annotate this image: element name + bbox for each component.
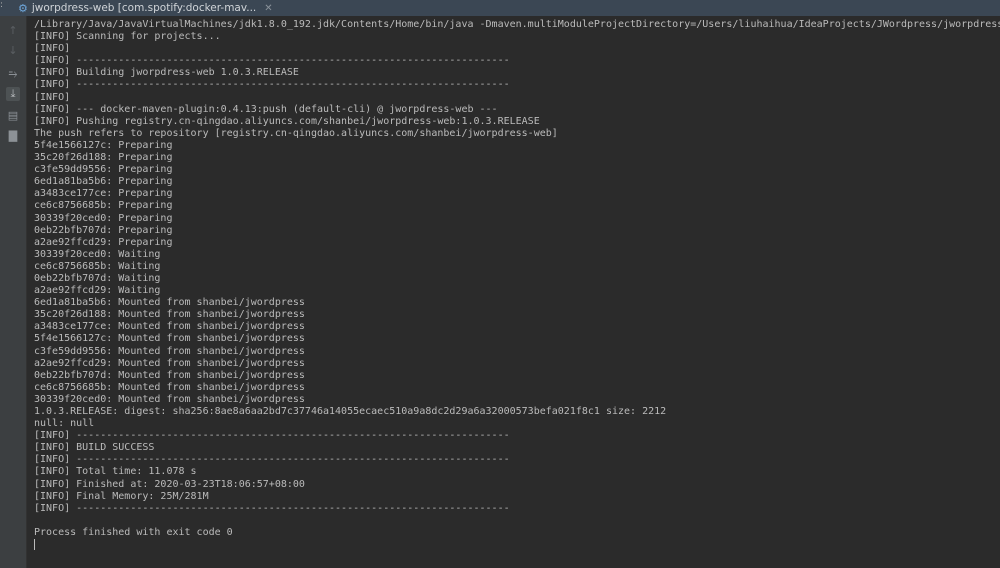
tab-bar-edge: : xyxy=(0,0,4,10)
console-line: 0eb22bfb707d: Mounted from shanbei/jword… xyxy=(34,369,305,381)
console-line: [INFO] ---------------------------------… xyxy=(34,55,510,67)
console-line: 35c20f26d188: Mounted from shanbei/jword… xyxy=(34,309,305,321)
console-line: ce6c8756685b: Preparing xyxy=(34,200,173,212)
console-line: c3fe59dd9556: Preparing xyxy=(34,164,173,176)
console-line: The push refers to repository [registry.… xyxy=(34,127,558,139)
soft-wrap-icon[interactable]: ⥱ xyxy=(6,67,20,81)
console-line: ce6c8756685b: Mounted from shanbei/jword… xyxy=(34,381,305,393)
console-line: [INFO] BUILD SUCCESS xyxy=(34,442,155,454)
trash-icon[interactable]: ▇ xyxy=(6,129,20,143)
up-arrow-icon[interactable]: ↑ xyxy=(6,24,20,38)
console-line: 5f4e1566127c: Preparing xyxy=(34,139,173,151)
close-icon[interactable]: ✕ xyxy=(264,3,272,14)
console-line: 30339f20ced0: Waiting xyxy=(34,248,161,260)
run-tab[interactable]: ⚙ jworpdress-web [com.spotify:docker-mav… xyxy=(18,0,273,16)
console-line: 0eb22bfb707d: Preparing xyxy=(34,224,173,236)
print-icon[interactable]: ▤ xyxy=(6,109,20,123)
console-line: 30339f20ced0: Mounted from shanbei/jword… xyxy=(34,393,305,405)
console-line: [INFO] Total time: 11.078 s xyxy=(34,466,197,478)
console-line: [INFO] Pushing registry.cn-qingdao.aliyu… xyxy=(34,115,540,127)
console-line: [INFO] xyxy=(34,43,71,55)
console-line: [INFO] ---------------------------------… xyxy=(34,502,510,514)
scroll-to-end-icon[interactable]: ⤓ xyxy=(6,87,20,101)
console-line: 6ed1a81ba5b6: Preparing xyxy=(34,176,173,188)
console-line: null: null xyxy=(34,418,95,430)
console-line: [INFO] --- docker-maven-plugin:0.4.13:pu… xyxy=(34,103,498,115)
console-output[interactable]: /Library/Java/JavaVirtualMachines/jdk1.8… xyxy=(34,19,1000,551)
console-line: 35c20f26d188: Preparing xyxy=(34,152,173,164)
console-line: a2ae92ffcd29: Mounted from shanbei/jword… xyxy=(34,357,305,369)
console-line: [INFO] ---------------------------------… xyxy=(34,79,510,91)
console-toolbar: ↑ ↓ ⥱ ⤓ ▤ ▇ xyxy=(0,16,27,568)
console-line: [INFO] ---------------------------------… xyxy=(34,454,510,466)
console-line: [INFO] ---------------------------------… xyxy=(34,430,510,442)
gear-icon: ⚙ xyxy=(18,1,28,15)
console-line: /Library/Java/JavaVirtualMachines/jdk1.8… xyxy=(34,19,1000,30)
console-line: a3483ce177ce: Preparing xyxy=(34,188,173,200)
run-tab-title: jworpdress-web [com.spotify:docker-mav..… xyxy=(31,2,257,14)
console-line: [INFO] Finished at: 2020-03-23T18:06:57+… xyxy=(34,478,305,490)
console-line: c3fe59dd9556: Mounted from shanbei/jword… xyxy=(34,345,305,357)
console-line: [INFO] Building jworpdress-web 1.0.3.REL… xyxy=(34,67,299,79)
run-tab-bar: : ⚙ jworpdress-web [com.spotify:docker-m… xyxy=(0,0,1000,16)
console-line: [INFO] xyxy=(34,91,71,103)
console-line: 30339f20ced0: Preparing xyxy=(34,212,173,224)
console-line: Process finished with exit code 0 xyxy=(34,526,233,538)
console-line: 5f4e1566127c: Mounted from shanbei/jword… xyxy=(34,333,305,345)
console-line: 1.0.3.RELEASE: digest: sha256:8ae8a6aa2b… xyxy=(34,406,667,417)
console-line: a2ae92ffcd29: Waiting xyxy=(34,285,161,297)
down-arrow-icon[interactable]: ↓ xyxy=(6,44,20,58)
console-line: 6ed1a81ba5b6: Mounted from shanbei/jword… xyxy=(34,297,305,309)
console-line: [INFO] Final Memory: 25M/281M xyxy=(34,490,209,502)
text-cursor xyxy=(34,539,1000,551)
console-line: ce6c8756685b: Waiting xyxy=(34,260,161,272)
console-line: a3483ce177ce: Mounted from shanbei/jword… xyxy=(34,321,305,333)
console-line: 0eb22bfb707d: Waiting xyxy=(34,272,161,284)
console-line: a2ae92ffcd29: Preparing xyxy=(34,236,173,248)
console-line: [INFO] Scanning for projects... xyxy=(34,31,221,43)
